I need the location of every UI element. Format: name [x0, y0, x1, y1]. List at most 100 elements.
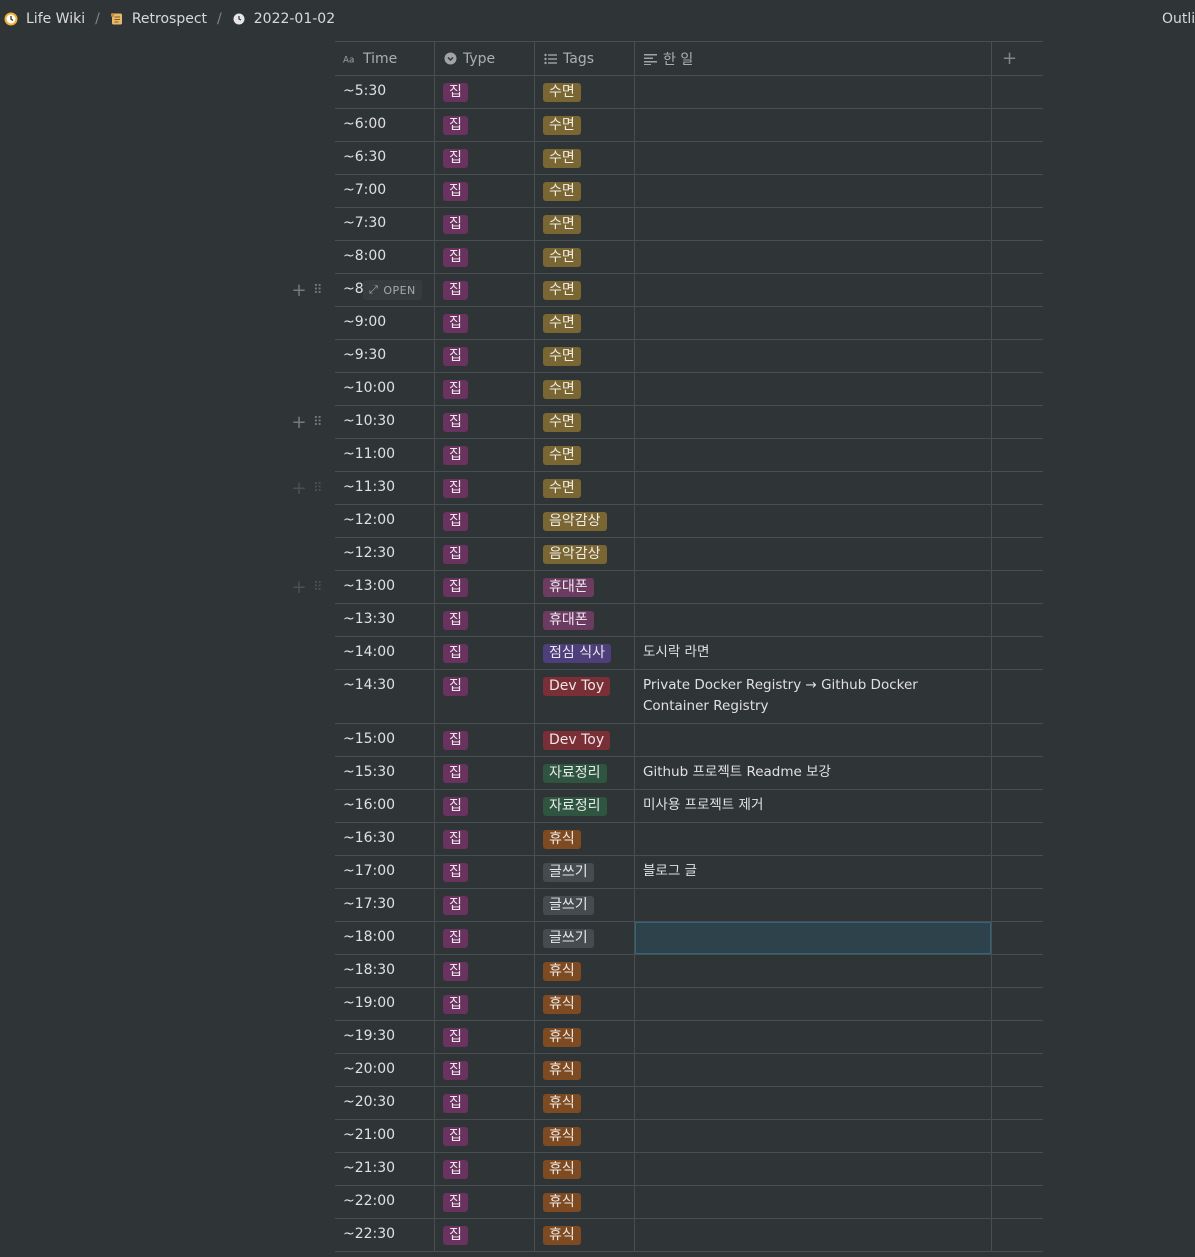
work-cell[interactable]	[635, 955, 991, 987]
tags-cell[interactable]: 휴식	[535, 1186, 634, 1218]
time-cell[interactable]: ~9:30	[335, 340, 434, 372]
tags-cell[interactable]: 자료정리	[535, 790, 634, 822]
column-header-type[interactable]: Type	[443, 42, 495, 75]
type-cell[interactable]: 집	[435, 472, 534, 504]
type-cell[interactable]: 집	[435, 439, 534, 471]
type-cell[interactable]: 집	[435, 724, 534, 756]
work-cell[interactable]	[635, 142, 991, 174]
type-cell[interactable]: 집	[435, 823, 534, 855]
time-cell[interactable]: ~11:00	[335, 439, 434, 471]
time-cell[interactable]: ~13:30	[335, 604, 434, 636]
work-cell[interactable]	[635, 505, 991, 537]
time-cell[interactable]: ~10:00	[335, 373, 434, 405]
work-cell[interactable]	[635, 274, 991, 306]
time-cell[interactable]: ~14:00	[335, 637, 434, 669]
type-cell[interactable]: 집	[435, 571, 534, 603]
plus-icon[interactable]: +	[291, 478, 307, 499]
tags-cell[interactable]: 수면	[535, 175, 634, 207]
breadcrumb-item-life-wiki[interactable]: Life Wiki	[0, 11, 89, 27]
tags-cell[interactable]: 수면	[535, 439, 634, 471]
tags-cell[interactable]: 휴식	[535, 1219, 634, 1251]
tags-cell[interactable]: Dev Toy	[535, 724, 634, 756]
row-handle[interactable]: + ⠿	[291, 412, 331, 433]
tags-cell[interactable]: 휴식	[535, 1021, 634, 1053]
column-divider[interactable]	[991, 42, 992, 75]
tags-cell[interactable]: 음악감상	[535, 505, 634, 537]
work-cell[interactable]	[635, 406, 991, 438]
work-cell[interactable]	[635, 724, 991, 756]
breadcrumb-item-retrospect[interactable]: Retrospect	[106, 11, 211, 27]
type-cell[interactable]: 집	[435, 637, 534, 669]
time-cell[interactable]: ~13:00	[335, 571, 434, 603]
time-cell[interactable]: ~22:30	[335, 1219, 434, 1251]
type-cell[interactable]: 집	[435, 340, 534, 372]
tags-cell[interactable]: 수면	[535, 142, 634, 174]
tags-cell[interactable]: 수면	[535, 109, 634, 141]
tags-cell[interactable]: 수면	[535, 406, 634, 438]
drag-handle-icon[interactable]: ⠿	[313, 283, 322, 298]
time-cell[interactable]: ~8:00	[335, 241, 434, 273]
type-cell[interactable]: 집	[435, 373, 534, 405]
tags-cell[interactable]: 휴식	[535, 955, 634, 987]
tags-cell[interactable]: 글쓰기	[535, 922, 634, 954]
tags-cell[interactable]: 수면	[535, 340, 634, 372]
time-cell[interactable]: ~18:30	[335, 955, 434, 987]
time-cell[interactable]: ~20:30	[335, 1087, 434, 1119]
work-cell[interactable]	[635, 76, 991, 108]
type-cell[interactable]: 집	[435, 955, 534, 987]
time-cell[interactable]: ~17:00	[335, 856, 434, 888]
type-cell[interactable]: 집	[435, 856, 534, 888]
work-cell[interactable]: 블로그 글	[635, 856, 991, 888]
type-cell[interactable]: 집	[435, 406, 534, 438]
type-cell[interactable]: 집	[435, 538, 534, 570]
work-cell[interactable]	[635, 1153, 991, 1185]
work-cell[interactable]	[635, 1219, 991, 1251]
time-cell[interactable]: ~19:30	[335, 1021, 434, 1053]
tags-cell[interactable]: 수면	[535, 307, 634, 339]
tags-cell[interactable]: 수면	[535, 373, 634, 405]
column-divider[interactable]	[434, 42, 435, 75]
work-cell[interactable]	[635, 604, 991, 636]
column-header-tags[interactable]: Tags	[543, 42, 594, 75]
time-cell[interactable]: ~7:30	[335, 208, 434, 240]
tags-cell[interactable]: 점심 식사	[535, 637, 634, 669]
type-cell[interactable]: 집	[435, 109, 534, 141]
time-cell[interactable]: ~11:30	[335, 472, 434, 504]
time-cell[interactable]: ~9:00	[335, 307, 434, 339]
column-divider[interactable]	[634, 42, 635, 75]
type-cell[interactable]: 집	[435, 241, 534, 273]
time-cell[interactable]: ~6:30	[335, 142, 434, 174]
type-cell[interactable]: 집	[435, 1186, 534, 1218]
time-cell[interactable]: ~12:00	[335, 505, 434, 537]
type-cell[interactable]: 집	[435, 790, 534, 822]
time-cell[interactable]: ~16:30	[335, 823, 434, 855]
time-cell[interactable]: ~10:30	[335, 406, 434, 438]
drag-handle-icon[interactable]: ⠿	[313, 481, 322, 496]
type-cell[interactable]: 집	[435, 76, 534, 108]
time-cell[interactable]: ~16:00	[335, 790, 434, 822]
work-cell[interactable]	[635, 373, 991, 405]
row-handle[interactable]: + ⠿	[291, 280, 331, 301]
tags-cell[interactable]: 글쓰기	[535, 856, 634, 888]
time-cell[interactable]: ~7:00	[335, 175, 434, 207]
drag-handle-icon[interactable]: ⠿	[313, 415, 322, 430]
tags-cell[interactable]: 수면	[535, 208, 634, 240]
type-cell[interactable]: 집	[435, 175, 534, 207]
work-cell[interactable]	[635, 241, 991, 273]
time-cell[interactable]: ~22:00	[335, 1186, 434, 1218]
time-cell[interactable]: ~17:30	[335, 889, 434, 921]
type-cell[interactable]: 집	[435, 1021, 534, 1053]
type-cell[interactable]: 집	[435, 505, 534, 537]
type-cell[interactable]: 집	[435, 1153, 534, 1185]
open-button[interactable]: ⤢ OPEN	[363, 280, 422, 300]
type-cell[interactable]: 집	[435, 1054, 534, 1086]
work-cell[interactable]	[635, 109, 991, 141]
type-cell[interactable]: 집	[435, 142, 534, 174]
type-cell[interactable]: 집	[435, 274, 534, 306]
work-cell[interactable]	[635, 439, 991, 471]
work-cell[interactable]	[635, 175, 991, 207]
work-cell[interactable]: Github 프로젝트 Readme 보강	[635, 757, 991, 789]
time-cell[interactable]: ~21:00	[335, 1120, 434, 1152]
tags-cell[interactable]: 글쓰기	[535, 889, 634, 921]
tags-cell[interactable]: 자료정리	[535, 757, 634, 789]
